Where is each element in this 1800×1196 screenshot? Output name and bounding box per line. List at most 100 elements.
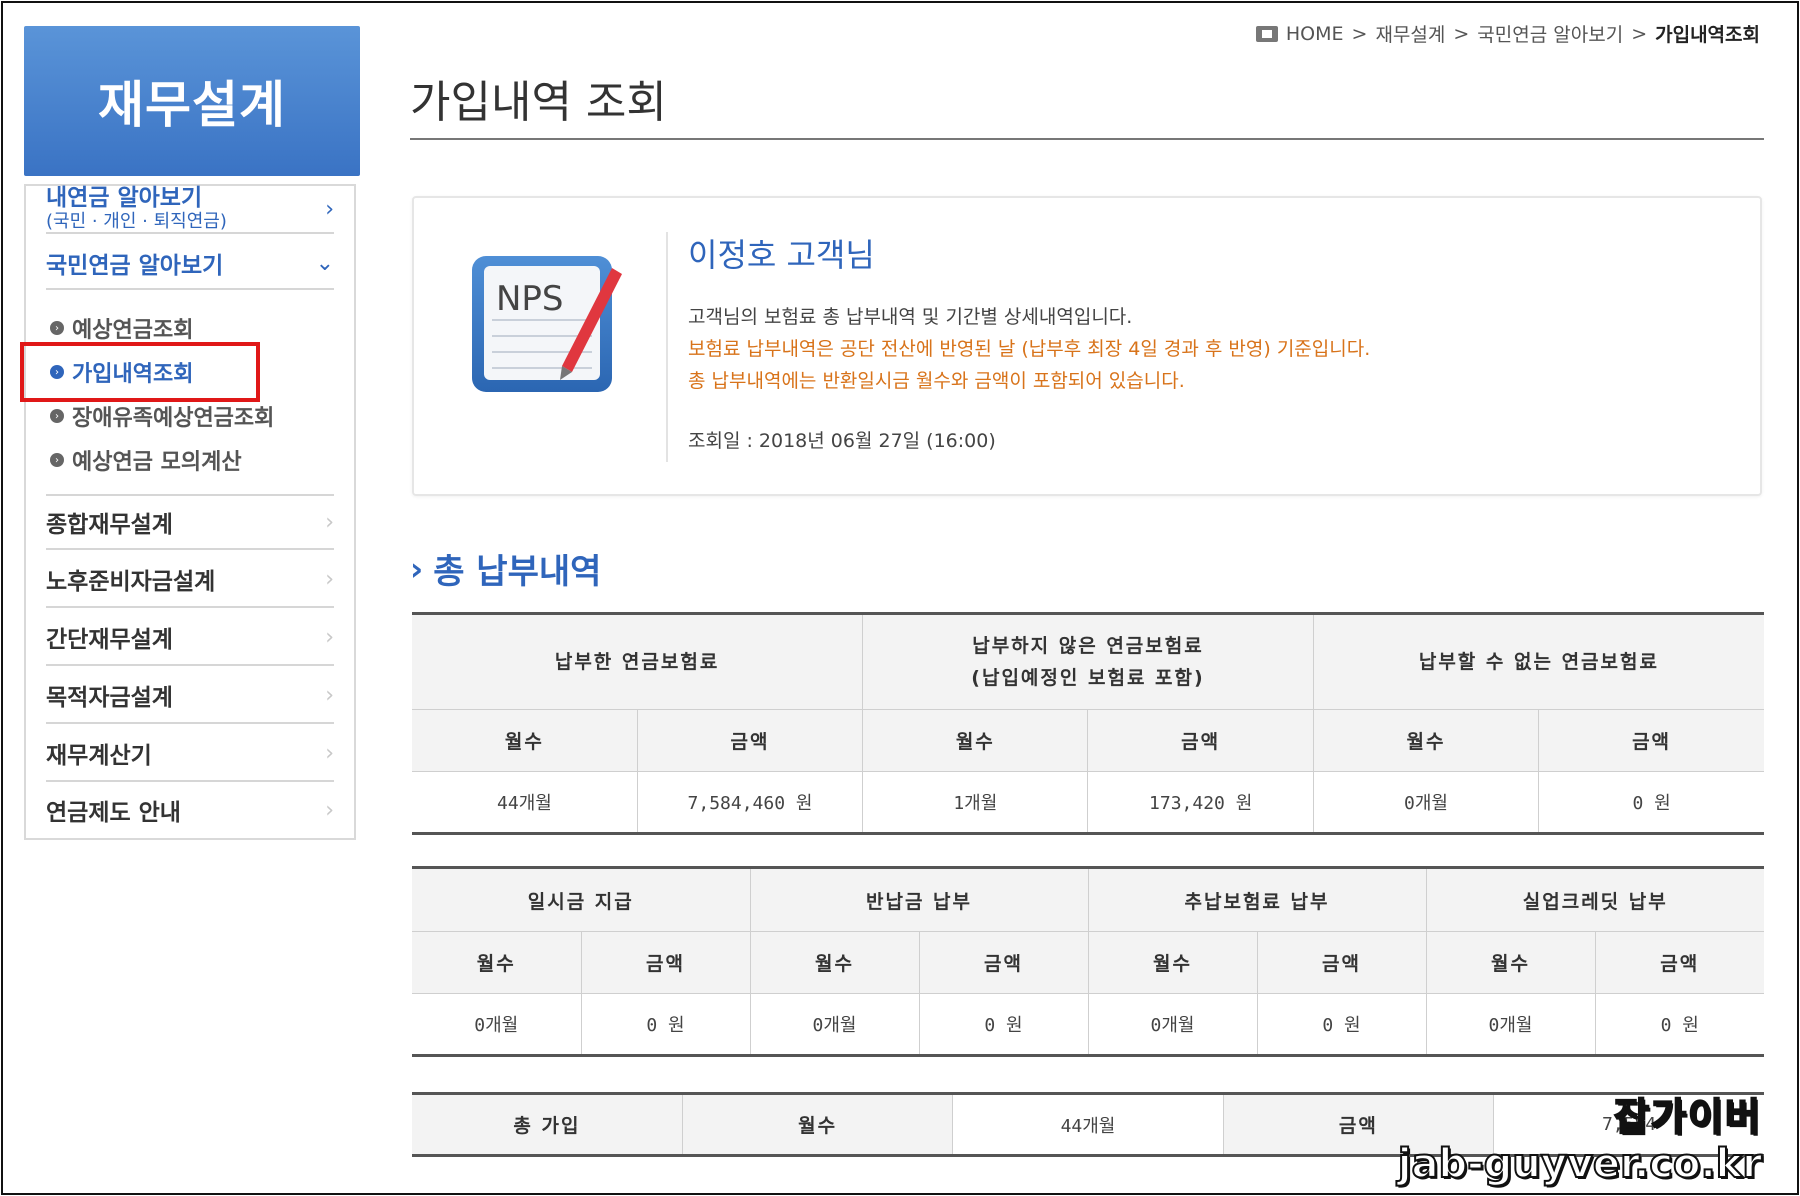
submenu-item-label: 예상연금 모의계산 [72,450,242,475]
table-cell: 0개월 [749,993,920,1056]
column-header: 금액 [1087,709,1314,772]
sidebar-item-goal-fund[interactable]: 목적자금설계 › [46,668,334,724]
table-group-header: 납부한 연금보험료 [412,613,864,710]
breadcrumb-home[interactable]: HOME [1286,23,1344,45]
sidebar-item-calculator[interactable]: 재무계산기 › [46,726,334,782]
row-header: 총 가입 [412,1093,683,1156]
bullet-icon: › [50,321,64,335]
column-header: 금액 [1256,931,1427,994]
column-header: 월수 [412,709,638,772]
breadcrumb-separator: > [1351,22,1368,45]
table-group-header: 추납보험료 납부 [1087,867,1427,932]
page-title: 가입내역 조회 [410,77,667,128]
nps-icon-label: NPS [496,279,564,319]
sidebar-item-pension-guide[interactable]: 연금제도 안내 › [46,784,334,836]
highlight-box [20,342,260,402]
breadcrumb: HOME > 재무설계 > 국민연금 알아보기 > 가입내역조회 [1255,20,1760,47]
table-cell: 0 원 [580,993,751,1056]
sidebar-item-my-pension[interactable]: 내연금 알아보기 (국민 · 개인 · 퇴직연금) › [46,185,334,234]
table-group-header: 반납금 납부 [749,867,1089,932]
row-header: 월수 [681,1093,954,1156]
sidebar-item-simple[interactable]: 간단재무설계 › [46,610,334,666]
sidebar-header[interactable]: 재무설계 [24,26,360,176]
table-cell: 0 원 [918,993,1089,1056]
chevron-right-icon: › [325,509,334,535]
chevron-right-icon: › [325,682,334,708]
sidebar-item-sublabel: (국민 · 개인 · 퇴직연금) [46,211,227,232]
table-cell: 0 원 [1256,993,1427,1056]
chevron-right-icon: › [325,740,334,766]
section-title: › 총 납부내역 [410,544,601,593]
sidebar-item-label: 종합재무설계 [46,512,173,538]
sidebar-item-label: 재무계산기 [46,743,152,769]
sidebar-menu: 내연금 알아보기 (국민 · 개인 · 퇴직연금) › 국민연금 알아보기 ⌄ … [24,184,356,840]
column-header: 월수 [1312,709,1540,772]
column-header: 월수 [412,931,582,994]
sidebar-item-retirement[interactable]: 노후준비자금설계 › [46,552,334,608]
home-icon [1255,25,1278,42]
section-title-text: 총 납부내역 [433,552,602,592]
table-group-header: 일시금 지급 [412,867,751,932]
column-header: 금액 [918,931,1089,994]
table-cell: 0개월 [1312,771,1540,834]
table-cell: 44개월 [952,1093,1224,1156]
table-cell: 7,584,460 원 [636,771,864,834]
table-cell: 0개월 [412,993,582,1056]
breadcrumb-separator: > [1453,22,1470,45]
column-header: 월수 [1425,931,1596,994]
watermark: 잡가이버 jab-guyver.co.kr [1397,1086,1763,1188]
submenu-item-expected-pension[interactable]: › 예상연금조회 [50,312,193,344]
payment-detail-table: 일시금 지급 반납금 납부 추납보험료 납부 실업크레딧 납부 월수 금액 월수… [412,866,1764,1057]
header-label: 납부한 연금보험료 [554,651,720,673]
nps-document-icon: NPS [472,256,622,392]
title-divider [410,138,1764,140]
column-header: 금액 [1538,709,1764,772]
table-cell: 0개월 [1425,993,1596,1056]
submenu-item-disability-pension[interactable]: › 장애유족예상연금조회 [50,400,274,432]
info-notice: 총 납부내역에는 반환일시금 월수와 금액이 포함되어 있습니다. [688,370,1185,392]
chevron-right-icon: › [410,549,424,588]
sidebar-item-nps[interactable]: 국민연금 알아보기 ⌄ [46,238,334,290]
column-header: 월수 [1087,931,1258,994]
card-divider [666,232,668,462]
info-description: 고객님의 보험료 총 납부내역 및 기간별 상세내역입니다. [688,306,1133,328]
bullet-icon: › [50,453,64,467]
table-group-header: 납부할 수 없는 연금보험료 [1312,613,1764,710]
sidebar-header-title: 재무설계 [98,76,286,134]
chevron-right-icon: › [325,797,334,823]
query-date: 조회일 : 2018년 06월 27일 (16:00) [688,430,996,452]
table-cell: 0 원 [1538,771,1764,834]
sidebar-item-comprehensive[interactable]: 종합재무설계 › [46,494,334,550]
column-header: 월수 [862,709,1089,772]
table-cell: 173,420 원 [1087,771,1314,834]
sidebar-item-label: 내연금 알아보기 [46,185,203,211]
header-label: 납부할 수 없는 연금보험료 [1418,651,1659,673]
column-header: 금액 [580,931,751,994]
breadcrumb-level1[interactable]: 재무설계 [1375,20,1445,47]
table-group-header: 실업크레딧 납부 [1425,867,1764,932]
table-cell: 1개월 [862,771,1089,834]
submenu-item-label: 예상연금조회 [72,318,194,343]
table-row: 44개월 7,584,460 원 1개월 173,420 원 0개월 0 원 [412,771,1764,834]
breadcrumb-level2[interactable]: 국민연금 알아보기 [1477,20,1623,47]
customer-name: 이정호 고객님 [688,236,875,274]
submenu-item-label: 장애유족예상연금조회 [72,406,275,431]
column-header: 금액 [636,709,864,772]
column-header: 금액 [1594,931,1764,994]
table-cell: 44개월 [412,771,638,834]
chevron-down-icon: ⌄ [315,250,334,276]
submenu-item-simulation[interactable]: › 예상연금 모의계산 [50,444,242,476]
sidebar-item-label: 간단재무설계 [46,627,173,653]
header-sublabel: (납입예정인 보험료 포함) [971,667,1205,689]
sidebar-item-label: 연금제도 안내 [46,800,181,826]
table-cell: 0개월 [1087,993,1258,1056]
chevron-right-icon: › [325,566,334,592]
bullet-icon: › [50,409,64,423]
breadcrumb-separator: > [1631,22,1648,45]
payment-summary-table: 납부한 연금보험료 납부하지 않은 연금보험료 (납입예정인 보험료 포함) 납부… [412,612,1764,835]
table-group-header: 납부하지 않은 연금보험료 (납입예정인 보험료 포함) [862,613,1314,710]
watermark-url: jab-guyver.co.kr [1397,1140,1763,1188]
watermark-title: 잡가이버 [1613,1094,1762,1140]
info-notice: 보험료 납부내역은 공단 전산에 반영된 날 (납부후 최장 4일 경과 후 반… [688,338,1371,360]
header-label: 납부하지 않은 연금보험료 [972,635,1204,657]
